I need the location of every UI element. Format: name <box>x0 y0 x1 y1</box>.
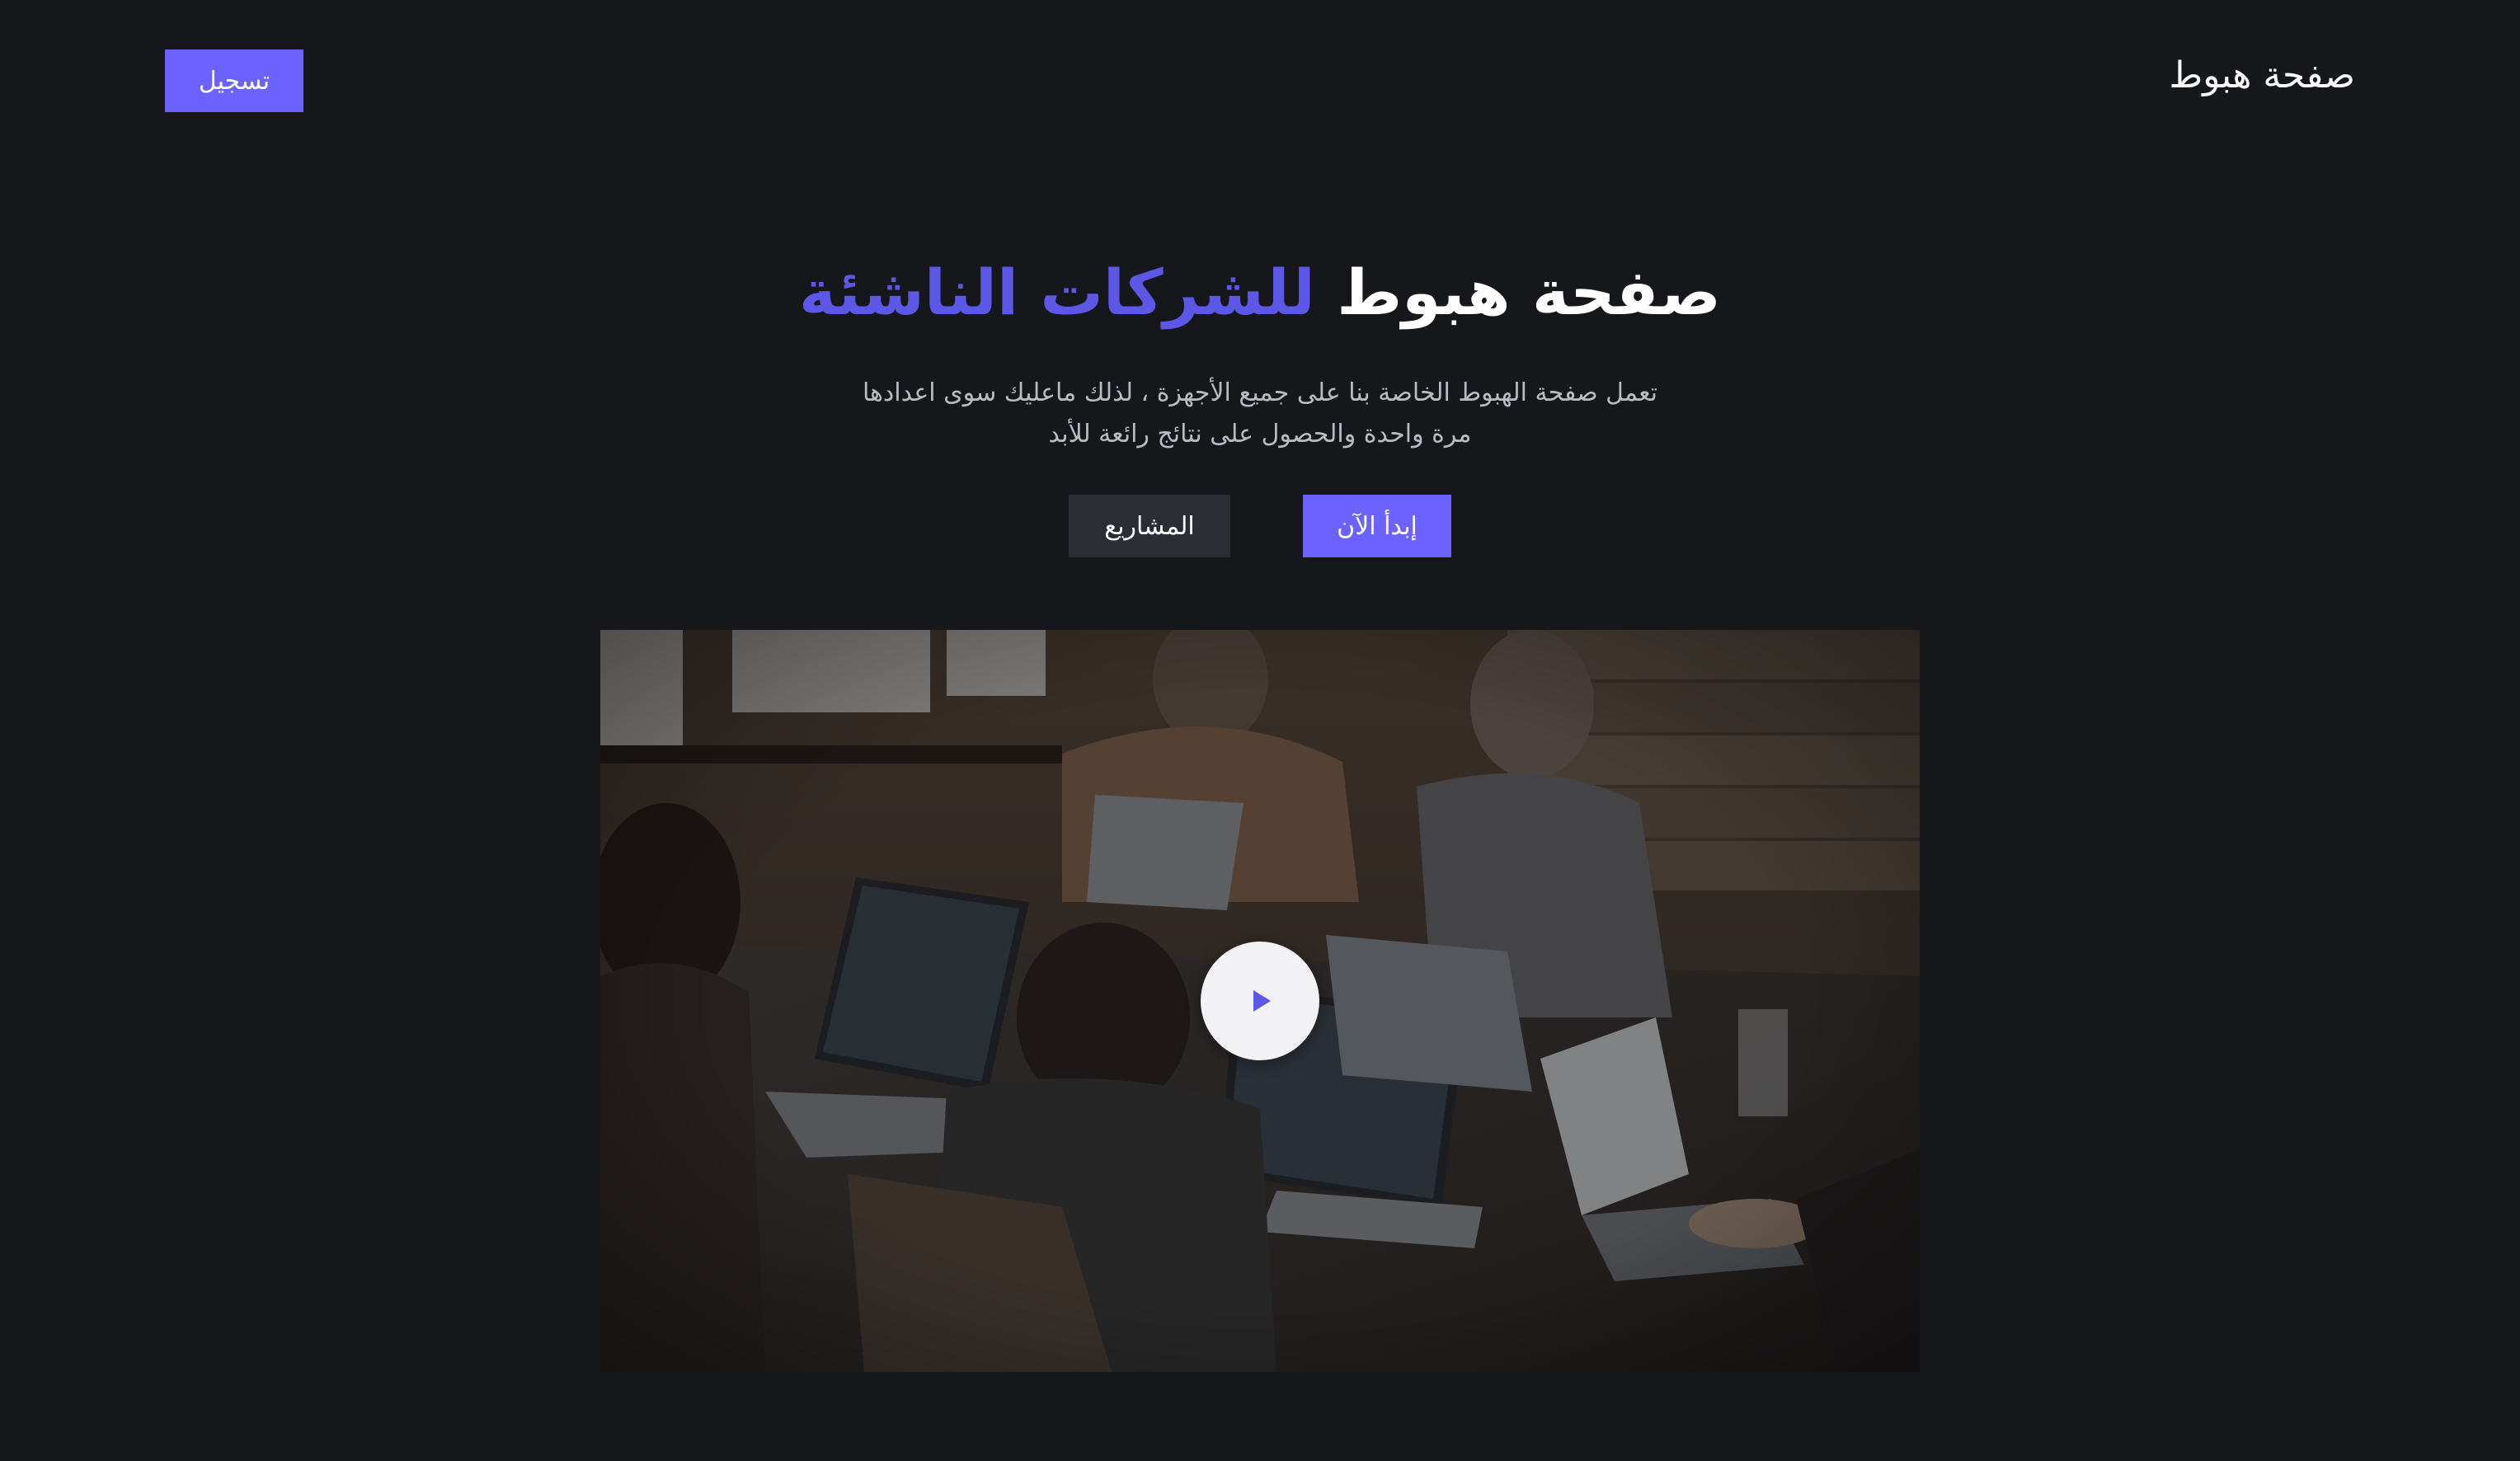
hero-title: صفحة هبوط للشركات الناشئة <box>0 247 2520 338</box>
hero-subtitle: تعمل صفحة الهبوط الخاصة بنا على جميع الأ… <box>862 378 1658 449</box>
hero-title-accent: للشركات الناشئة <box>799 256 1315 329</box>
get-started-button[interactable]: إبدأ الآن <box>1303 495 1451 557</box>
site-header: صفحة هبوط تسجيل <box>0 0 2520 148</box>
hero-title-main: صفحة هبوط <box>1337 256 1721 329</box>
signup-button[interactable]: تسجيل <box>165 49 303 112</box>
hero-section: صفحة هبوط للشركات الناشئة تعمل صفحة الهب… <box>0 247 2520 455</box>
projects-button[interactable]: المشاريع <box>1069 495 1230 557</box>
play-icon <box>1253 990 1271 1012</box>
hero-actions: إبدأ الآن المشاريع <box>0 495 2520 557</box>
play-video-button[interactable] <box>1201 942 1319 1060</box>
brand-logo-text[interactable]: صفحة هبوط <box>2170 51 2356 101</box>
